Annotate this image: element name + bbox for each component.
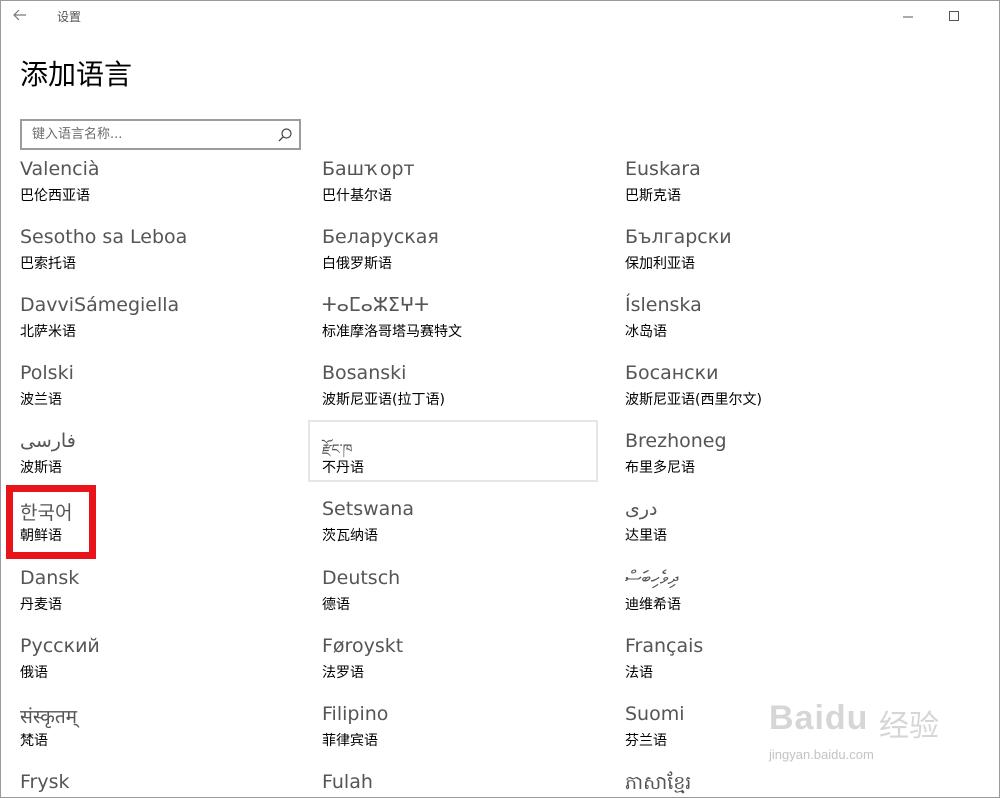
language-chinese-name: 冰岛语: [625, 324, 667, 340]
back-button[interactable]: [7, 3, 33, 27]
language-item[interactable]: Босански 波斯尼亚语(西里尔文): [625, 362, 915, 422]
language-chinese-name: 波斯尼亚语(西里尔文): [625, 392, 762, 408]
language-chinese-name: 俄语: [20, 665, 48, 681]
language-item[interactable]: Íslenska 冰岛语: [625, 294, 915, 354]
language-chinese-name: 保加利亚语: [625, 256, 695, 272]
maximize-button[interactable]: [931, 1, 977, 31]
language-item[interactable]: Башҡорт 巴什基尔语: [322, 158, 612, 218]
language-item[interactable]: རྫོང་ཁ 不丹语: [322, 430, 612, 490]
language-chinese-name: 德语: [322, 597, 350, 613]
language-native-name: Deutsch: [322, 567, 401, 589]
language-native-name: Polski: [20, 362, 74, 384]
language-chinese-name: 不丹语: [322, 460, 364, 476]
language-item[interactable]: Frysk: [20, 771, 310, 797]
language-chinese-name: 巴什基尔语: [322, 188, 392, 204]
settings-window: 设置 添加语言 Valencià 巴伦西亚语 Башҡорт 巴什基尔语: [0, 0, 1000, 798]
language-native-name: Íslenska: [625, 294, 702, 316]
language-item[interactable]: Bosanski 波斯尼亚语(拉丁语): [322, 362, 612, 422]
language-item[interactable]: Setswana 茨瓦纳语: [322, 498, 612, 558]
language-native-name: DavviSámegiella: [20, 294, 180, 316]
language-item[interactable]: Suomi 芬兰语: [625, 703, 915, 763]
search-input[interactable]: [32, 125, 272, 144]
language-native-name: Башҡорт: [322, 158, 415, 180]
annotation-highlight-box: [6, 485, 96, 559]
title-bar: 设置: [1, 1, 999, 31]
language-native-name: ភាសាខ្មែរ: [625, 772, 692, 794]
language-chinese-name: 巴斯克语: [625, 188, 681, 204]
language-chinese-name: 法罗语: [322, 665, 364, 681]
language-item[interactable]: संस्कृतम् 梵语: [20, 703, 310, 763]
language-item[interactable]: درى 达里语: [625, 498, 915, 558]
language-search-box[interactable]: [20, 119, 301, 150]
language-native-name: Brezhoneg: [625, 430, 727, 452]
language-item[interactable]: Dansk 丹麦语: [20, 567, 310, 627]
language-chinese-name: 达里语: [625, 528, 667, 544]
language-native-name: Русский: [20, 635, 100, 657]
language-native-name: Беларуская: [322, 226, 439, 248]
app-title: 设置: [57, 10, 82, 24]
language-item[interactable]: Euskara 巴斯克语: [625, 158, 915, 218]
language-item[interactable]: Polski 波兰语: [20, 362, 310, 422]
language-chinese-name: 丹麦语: [20, 597, 62, 613]
language-chinese-name: 布里多尼语: [625, 460, 695, 476]
language-native-name: Føroyskt: [322, 635, 404, 657]
language-item[interactable]: Sesotho sa Leboa 巴索托语: [20, 226, 310, 286]
language-item[interactable]: فارسی 波斯语: [20, 430, 310, 490]
language-chinese-name: 波斯语: [20, 460, 62, 476]
language-item[interactable]: ភាសាខ្មែរ: [625, 771, 915, 797]
language-native-name: Sesotho sa Leboa: [20, 226, 188, 248]
language-chinese-name: 白俄罗斯语: [322, 256, 392, 272]
language-native-name: فارسی: [20, 430, 76, 452]
language-chinese-name: 菲律宾语: [322, 733, 378, 749]
language-item[interactable]: ދިވެހިބަސް 迪维希语: [625, 567, 915, 627]
minimize-button[interactable]: [885, 1, 931, 31]
language-native-name: ⵜⴰⵎⴰⵣⵉⵖⵜ: [322, 294, 429, 316]
language-item[interactable]: Fulah: [322, 771, 612, 797]
language-chinese-name: 芬兰语: [625, 733, 667, 749]
language-native-name: درى: [625, 498, 658, 520]
minimize-icon: [902, 16, 913, 17]
language-item[interactable]: Valencià 巴伦西亚语: [20, 158, 310, 218]
language-item[interactable]: Français 法语: [625, 635, 915, 695]
language-native-name: Setswana: [322, 498, 414, 520]
language-item[interactable]: Brezhoneg 布里多尼语: [625, 430, 915, 490]
language-chinese-name: 梵语: [20, 733, 48, 749]
language-chinese-name: 标准摩洛哥塔马赛特文: [322, 324, 462, 340]
language-native-name: Français: [625, 635, 704, 657]
language-native-name: Frysk: [20, 771, 70, 793]
language-native-name: Filipino: [322, 703, 389, 725]
language-native-name: Suomi: [625, 703, 685, 725]
language-item[interactable]: Български 保加利亚语: [625, 226, 915, 286]
language-native-name: Fulah: [322, 771, 373, 793]
language-native-name: Bosanski: [322, 362, 407, 384]
language-chinese-name: 法语: [625, 665, 653, 681]
language-chinese-name: 波兰语: [20, 392, 62, 408]
language-chinese-name: 巴索托语: [20, 256, 76, 272]
language-native-name: Valencià: [20, 158, 100, 180]
language-native-name: Euskara: [625, 158, 701, 180]
page-title: 添加语言: [20, 58, 133, 91]
language-item[interactable]: Føroyskt 法罗语: [322, 635, 612, 695]
language-native-name: संस्कृतम्: [20, 706, 78, 728]
language-item[interactable]: Deutsch 德语: [322, 567, 612, 627]
language-item[interactable]: DavviSámegiella 北萨米语: [20, 294, 310, 354]
language-chinese-name: 巴伦西亚语: [20, 188, 90, 204]
language-item[interactable]: Русский 俄语: [20, 635, 310, 695]
language-item[interactable]: ⵜⴰⵎⴰⵣⵉⵖⵜ 标准摩洛哥塔马赛特文: [322, 294, 612, 354]
language-item[interactable]: Беларуская 白俄罗斯语: [322, 226, 612, 286]
language-native-name: Български: [625, 226, 732, 248]
language-native-name: Dansk: [20, 567, 80, 589]
language-chinese-name: 北萨米语: [20, 324, 76, 340]
language-native-name: Босански: [625, 362, 719, 384]
language-chinese-name: 迪维希语: [625, 597, 681, 613]
language-chinese-name: 波斯尼亚语(拉丁语): [322, 392, 445, 408]
back-arrow-icon: [13, 9, 26, 21]
language-chinese-name: 茨瓦纳语: [322, 528, 378, 544]
language-native-name: ދިވެހިބަސް: [625, 567, 679, 589]
search-icon[interactable]: [277, 127, 293, 143]
language-item[interactable]: Filipino 菲律宾语: [322, 703, 612, 763]
maximize-icon: [948, 10, 959, 21]
